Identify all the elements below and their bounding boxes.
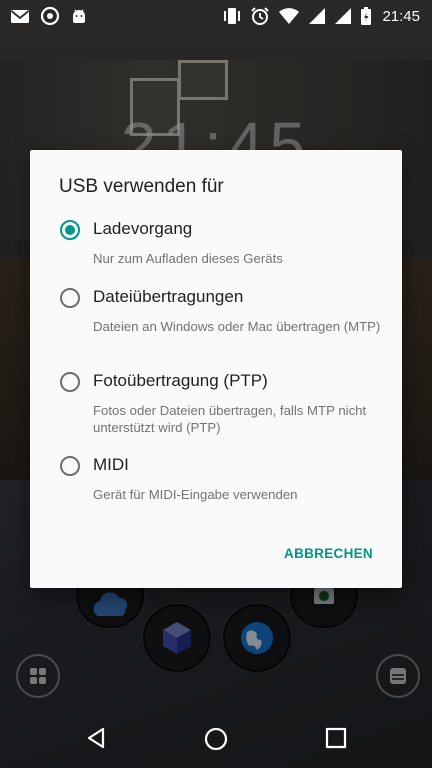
signal-icon [334, 7, 352, 25]
option-description: Nur zum Aufladen dieses Geräts [93, 251, 283, 266]
option-description: Gerät für MIDI-Eingabe verwenden [93, 487, 298, 502]
option-file-transfer[interactable]: Dateiübertragungen Dateien an Windows od… [60, 287, 400, 358]
radio-button[interactable] [60, 456, 80, 476]
usb-mode-dialog: USB verwenden für Ladevorgang Nur zum Au… [30, 150, 402, 588]
option-label: Fotoübertragung (PTP) [93, 371, 268, 390]
back-icon [87, 727, 105, 749]
option-midi[interactable]: MIDI Gerät für MIDI-Eingabe verwenden [60, 455, 400, 512]
recents-button[interactable] [324, 726, 348, 750]
sync-circle-icon [40, 6, 60, 26]
recents-icon [325, 727, 347, 749]
android-icon [70, 7, 88, 25]
alarm-icon [250, 6, 270, 26]
dialog-title: USB verwenden für [59, 176, 224, 197]
cancel-button[interactable]: ABBRECHEN [284, 546, 373, 561]
navigation-bar [0, 708, 432, 768]
battery-charging-icon [360, 6, 372, 26]
vibrate-icon [222, 7, 242, 25]
radio-button-selected[interactable] [60, 220, 80, 240]
radio-button[interactable] [60, 372, 80, 392]
option-description: Dateien an Windows oder Mac übertragen (… [93, 319, 381, 334]
option-label: Dateiübertragungen [93, 287, 244, 306]
option-description: Fotos oder Dateien übertragen, falls MTP… [93, 403, 367, 435]
signal-icon [308, 7, 326, 25]
back-button[interactable] [84, 726, 108, 750]
home-button[interactable] [203, 726, 229, 752]
option-label: MIDI [93, 455, 129, 474]
gmail-icon [10, 8, 30, 24]
home-icon [204, 727, 228, 751]
status-bar: 21:45 [0, 0, 432, 32]
option-charging[interactable]: Ladevorgang Nur zum Aufladen dieses Gerä… [60, 219, 400, 276]
radio-button[interactable] [60, 288, 80, 308]
wifi-icon [278, 7, 300, 25]
option-label: Ladevorgang [93, 219, 193, 238]
option-photo-transfer[interactable]: Fotoübertragung (PTP) Fotos oder Dateien… [60, 371, 400, 442]
status-time: 21:45 [382, 7, 420, 25]
